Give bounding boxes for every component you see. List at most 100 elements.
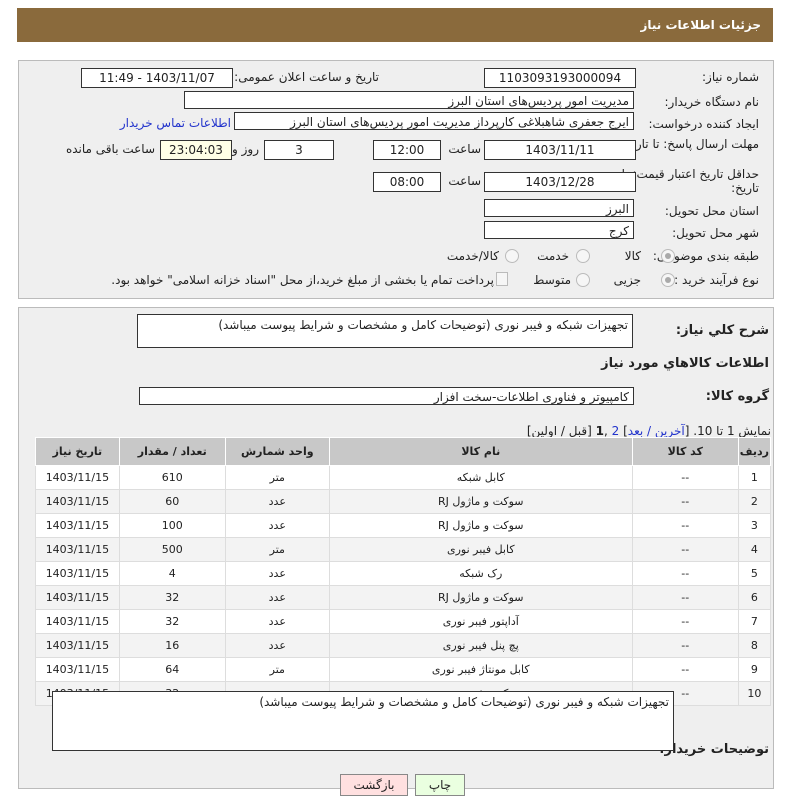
row-number: 10: [737, 681, 772, 706]
item-code: --: [631, 633, 739, 658]
remaining-label: ساعت باقی مانده: [65, 142, 155, 156]
need-date: 1403/11/15: [35, 585, 120, 610]
quantity: 32: [118, 609, 226, 634]
need-date: 1403/11/15: [35, 513, 120, 538]
buyer-label: نام دستگاه خریدار:: [664, 95, 760, 109]
validity-date-field: 1403/12/28: [484, 172, 636, 192]
buyer-notes-textarea[interactable]: تجهیزات شبکه و فیبر نوری (توضیحات کامل و…: [52, 691, 674, 751]
deadline-time-label: ساعت: [448, 142, 481, 156]
creator-label: ایجاد کننده درخواست:: [648, 117, 759, 131]
paging-sep: ,: [604, 424, 612, 438]
quantity: 610: [118, 465, 226, 490]
last-next-link[interactable]: آخرین / بعد: [628, 424, 685, 438]
prev-first-links: [قبل / اولین]: [526, 424, 596, 438]
row-number: 4: [737, 537, 772, 562]
deadline-label: مهلت ارسال پاسخ: تا تاریخ:: [620, 137, 759, 151]
validity-time-field: 08:00: [373, 172, 441, 192]
unit: عدد: [224, 633, 330, 658]
paging-prefix: نمایش 1 تا 10. [: [684, 424, 771, 438]
paging-mid: ]: [619, 424, 628, 438]
quantity: 32: [118, 585, 226, 610]
table-row: 3 -- سوکت و ماژول RJ عدد 100 1403/11/15: [35, 513, 772, 538]
group-label: گروه کالا:: [705, 389, 769, 404]
category-service-radio[interactable]: [576, 249, 590, 263]
category-goods-radio[interactable]: [661, 249, 675, 263]
back-button[interactable]: بازگشت: [340, 774, 408, 796]
need-number-label: شماره نیاز:: [702, 70, 759, 84]
province-label: استان محل تحویل:: [664, 204, 759, 218]
category-goods-label: کالا: [624, 249, 641, 263]
table-row: 8 -- پچ پنل فیبر نوری عدد 16 1403/11/15: [35, 633, 772, 658]
quantity: 64: [118, 657, 226, 682]
goods-table: ردیف کد کالا نام کالا واحد شمارش تعداد /…: [35, 437, 772, 706]
table-row: 5 -- رک شبکه عدد 4 1403/11/15: [35, 561, 772, 586]
item-code: --: [631, 489, 739, 514]
item-name: کابل فیبر نوری: [328, 537, 633, 562]
buyer-notes-label: توضیحات خریدار:: [659, 742, 769, 757]
process-minor-label: جزیی: [613, 273, 641, 287]
category-both-radio[interactable]: [505, 249, 519, 263]
item-name: پچ پنل فیبر نوری: [328, 633, 633, 658]
page-title: جزئیات اطلاعات نیاز: [640, 18, 761, 32]
item-code: --: [631, 537, 739, 562]
need-number-field: 1103093193000094: [484, 68, 636, 88]
need-date: 1403/11/15: [35, 537, 120, 562]
row-number: 8: [737, 633, 772, 658]
item-code: --: [631, 561, 739, 586]
item-name: سوکت و ماژول RJ: [328, 513, 633, 538]
item-name: سوکت و ماژول RJ: [328, 585, 633, 610]
process-medium-radio[interactable]: [576, 273, 590, 287]
quantity: 60: [118, 489, 226, 514]
item-name: آداپتور فیبر نوری: [328, 609, 633, 634]
process-label: نوع فرآیند خرید :: [674, 273, 759, 287]
col-qty: تعداد / مقدار: [118, 437, 226, 466]
process-minor-radio[interactable]: [661, 273, 675, 287]
item-code: --: [631, 465, 739, 490]
goods-section-title: اطلاعات کالاهاي مورد نیاز: [601, 356, 769, 371]
need-date: 1403/11/15: [35, 489, 120, 514]
need-date: 1403/11/15: [35, 465, 120, 490]
row-number: 5: [737, 561, 772, 586]
table-row: 9 -- کابل مونتاژ فیبر نوری متر 64 1403/11/15: [35, 657, 772, 682]
row-number: 1: [737, 465, 772, 490]
col-date: تاریخ نیاز: [35, 437, 120, 466]
print-button[interactable]: چاپ: [415, 774, 465, 796]
unit: عدد: [224, 609, 330, 634]
item-name: کابل شبکه: [328, 465, 633, 490]
row-number: 6: [737, 585, 772, 610]
unit: متر: [224, 465, 330, 490]
unit: عدد: [224, 513, 330, 538]
pagination: نمایش 1 تا 10. [آخرین / بعد] 2 ,1 [قبل /…: [527, 424, 771, 438]
summary-textarea[interactable]: تجهیزات شبکه و فیبر نوری (توضیحات کامل و…: [137, 314, 633, 348]
table-row: 1 -- کابل شبکه متر 610 1403/11/15: [35, 465, 772, 490]
col-unit: واحد شمارش: [224, 437, 330, 466]
quantity: 4: [118, 561, 226, 586]
page-header: جزئیات اطلاعات نیاز: [17, 8, 773, 42]
buyer-field: مدیریت امور پردیس‌های استان البرز: [184, 91, 634, 109]
treasury-checkbox[interactable]: [496, 272, 508, 286]
province-field: البرز: [484, 199, 634, 217]
quantity: 100: [118, 513, 226, 538]
row-number: 9: [737, 657, 772, 682]
buyer-contact-link[interactable]: اطلاعات تماس خریدار: [120, 116, 231, 130]
item-code: --: [631, 585, 739, 610]
unit: عدد: [224, 585, 330, 610]
need-date: 1403/11/15: [35, 609, 120, 634]
item-code: --: [631, 609, 739, 634]
row-number: 3: [737, 513, 772, 538]
table-row: 2 -- سوکت و ماژول RJ عدد 60 1403/11/15: [35, 489, 772, 514]
table-row: 4 -- کابل فیبر نوری متر 500 1403/11/15: [35, 537, 772, 562]
item-code: --: [631, 657, 739, 682]
deadline-date-field: 1403/11/11: [484, 140, 636, 160]
row-number: 7: [737, 609, 772, 634]
quantity: 16: [118, 633, 226, 658]
city-label: شهر محل تحویل:: [672, 226, 759, 240]
remaining-time-field: 23:04:03: [160, 140, 232, 160]
item-name: سوکت و ماژول RJ: [328, 489, 633, 514]
need-date: 1403/11/15: [35, 561, 120, 586]
summary-label: شرح کلي نیاز:: [675, 323, 769, 338]
current-page: 1: [595, 424, 605, 438]
deadline-time-field: 12:00: [373, 140, 441, 160]
col-row: ردیف: [737, 437, 772, 466]
unit: عدد: [224, 489, 330, 514]
